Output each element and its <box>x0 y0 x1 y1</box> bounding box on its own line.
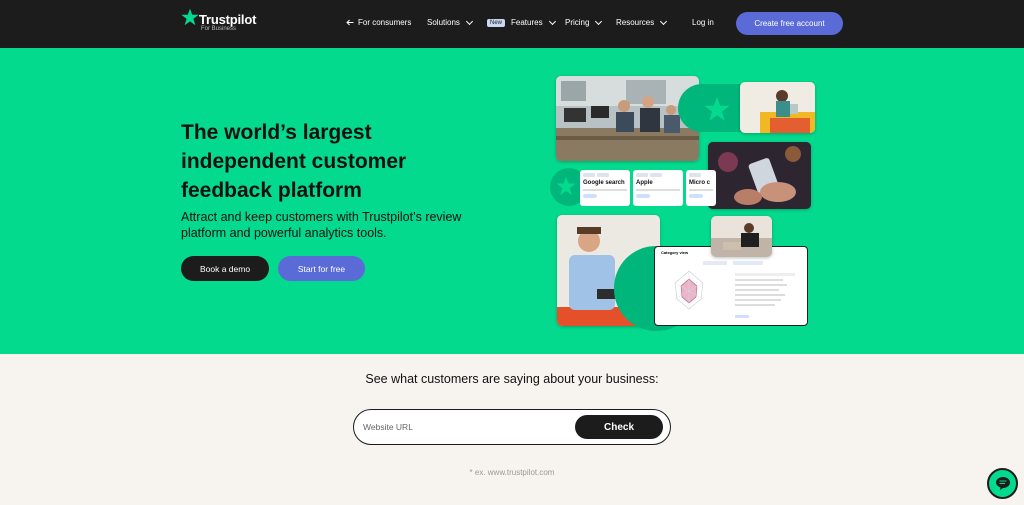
resources-label: Resources <box>616 18 655 27</box>
card-title: Micro c <box>689 180 711 186</box>
logo-subtitle: For Business <box>201 26 237 32</box>
chat-widget-button[interactable] <box>987 468 1018 499</box>
pricing-label: Pricing <box>565 18 590 27</box>
hero-section: The world’s largest independent customer… <box>0 48 1024 354</box>
solutions-menu[interactable]: Solutions <box>427 17 473 27</box>
resources-menu[interactable]: Resources <box>616 17 668 27</box>
office-photo <box>556 76 699 161</box>
hero-headline: The world’s largest independent customer… <box>181 121 407 202</box>
card-title: Google search <box>583 180 625 186</box>
woman-photo <box>740 82 815 133</box>
search-card: Apple <box>633 170 683 206</box>
book-demo-button[interactable]: Book a demo <box>181 256 269 281</box>
new-badge: New <box>487 18 506 27</box>
chevron-down-icon <box>595 17 603 25</box>
hero-collage: Google search Apple Micro c Category vie… <box>550 76 816 331</box>
search-card: Google search <box>580 170 630 206</box>
chevron-down-icon <box>465 17 473 25</box>
phone-photo <box>708 142 811 209</box>
chevron-down-icon <box>660 17 668 25</box>
url-check-form: Check <box>353 409 671 445</box>
couch-photo <box>711 216 772 257</box>
chevron-down-icon <box>548 17 556 25</box>
create-account-button[interactable]: Create free account <box>736 12 843 35</box>
top-nav: Trustpilot For Business For consumers So… <box>0 0 1024 48</box>
start-free-button[interactable]: Start for free <box>278 256 365 281</box>
dashboard-title: Category view <box>661 250 689 255</box>
login-link[interactable]: Log in <box>692 18 714 27</box>
url-example-hint: * ex. www.trustpilot.com <box>469 468 555 477</box>
website-url-input[interactable] <box>363 420 563 434</box>
card-title: Apple <box>636 180 653 186</box>
for-consumers-label: For consumers <box>358 18 412 27</box>
dashboard-preview: Category view <box>654 246 808 326</box>
arrow-left-icon <box>346 19 354 26</box>
features-menu[interactable]: New Features <box>487 17 556 27</box>
dashboard-chart <box>674 261 795 318</box>
features-label: Features <box>511 18 543 27</box>
login-label: Log in <box>692 18 714 27</box>
solutions-label: Solutions <box>427 18 460 27</box>
star-icon <box>556 176 576 196</box>
search-card: Micro c <box>686 170 716 206</box>
check-button[interactable]: Check <box>575 415 663 439</box>
check-section-title: See what customers are saying about your… <box>365 372 659 386</box>
for-consumers-link[interactable]: For consumers <box>346 18 411 27</box>
pricing-menu[interactable]: Pricing <box>565 17 603 27</box>
trustpilot-star-icon <box>181 8 199 26</box>
star-icon <box>704 97 730 121</box>
hero-subline: Attract and keep customers with Trustpil… <box>181 210 462 240</box>
chat-icon <box>995 477 1010 490</box>
logo-name: Trustpilot <box>199 12 257 27</box>
